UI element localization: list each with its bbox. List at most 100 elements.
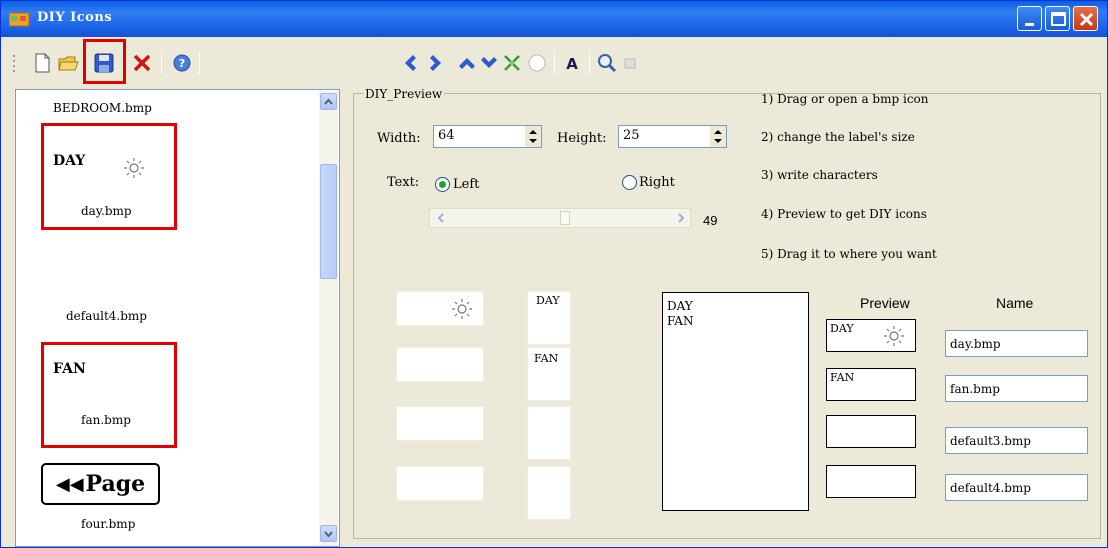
svg-text:A: A [566, 55, 578, 73]
instruction-3: 3) write characters [761, 168, 878, 182]
listbox-line: FAN [667, 314, 694, 328]
name-value: day.bmp [950, 337, 1001, 351]
instruction-4: 4) Preview to get DIY icons [761, 207, 927, 221]
icon-slot[interactable] [396, 347, 484, 382]
spin-arrows-icon [529, 130, 537, 143]
group-legend: DIY_Preview [363, 87, 445, 101]
slider-value: 49 [703, 213, 718, 228]
toolbar-separator [199, 52, 200, 74]
preview-text: FAN [830, 371, 855, 384]
help-icon[interactable]: ? [171, 52, 193, 74]
toolbar-separator [589, 52, 590, 74]
chevron-down-icon [324, 531, 333, 538]
width-value: 64 [438, 128, 455, 143]
window-title: DIY Icons [37, 10, 113, 25]
icon-text-day: DAY [53, 153, 86, 169]
page-icon-text: Page [85, 471, 146, 497]
resize-icon[interactable] [501, 52, 523, 74]
main-window: DIY Icons ? A BEDROOM.bmp DAY day.bmp de… [0, 0, 1108, 548]
list-scrollbar[interactable] [319, 91, 338, 546]
move-left-icon[interactable] [399, 52, 421, 74]
page-icon-preview: ◀◀ Page [41, 463, 160, 505]
radio-right-label[interactable]: Right [639, 175, 675, 190]
list-item-label[interactable]: default4.bmp [66, 309, 147, 323]
svg-text:?: ? [179, 57, 185, 70]
preview-icon[interactable] [621, 52, 643, 74]
icon-slot[interactable] [396, 291, 484, 326]
list-item-label[interactable]: BEDROOM.bmp [53, 101, 152, 115]
icon-slot[interactable] [396, 406, 484, 441]
text-cell-value: DAY [536, 294, 560, 307]
name-field[interactable]: day.bmp [945, 330, 1088, 357]
name-field[interactable]: fan.bmp [945, 375, 1088, 402]
name-field[interactable]: default4.bmp [945, 474, 1088, 501]
instruction-5: 5) Drag it to where you want [761, 247, 937, 261]
text-cell[interactable]: DAY [527, 291, 571, 345]
text-icon[interactable]: A [561, 52, 583, 74]
move-right-icon[interactable] [425, 52, 447, 74]
highlight-box [41, 342, 177, 448]
text-cell[interactable] [527, 406, 571, 460]
text-cell[interactable]: FAN [527, 347, 571, 401]
close-icon [1079, 12, 1094, 27]
delete-icon[interactable] [131, 52, 153, 74]
sun-icon [884, 326, 904, 346]
open-folder-icon[interactable] [57, 52, 79, 74]
close-button[interactable] [1073, 6, 1098, 31]
name-header: Name [996, 295, 1034, 311]
minimize-button[interactable] [1017, 6, 1042, 31]
height-spinner[interactable]: 25 [618, 125, 727, 148]
radio-right[interactable] [622, 175, 637, 190]
height-value: 25 [623, 128, 640, 143]
chevron-left-icon [437, 213, 444, 223]
minimize-icon [1025, 23, 1034, 26]
text-position-slider[interactable] [429, 208, 691, 228]
width-spinner[interactable]: 64 [433, 125, 542, 148]
toolbar: ? A [1, 38, 1107, 88]
text-cell-value: FAN [534, 352, 559, 365]
name-value: fan.bmp [950, 382, 1000, 396]
width-spin-buttons[interactable] [525, 126, 541, 147]
list-item-label[interactable]: fan.bmp [81, 413, 131, 427]
new-file-icon[interactable] [31, 52, 53, 74]
maximize-button[interactable] [1045, 6, 1070, 31]
move-down-icon[interactable] [478, 52, 500, 74]
scroll-thumb[interactable] [320, 164, 337, 279]
title-bar[interactable]: DIY Icons [1, 1, 1107, 37]
scroll-down-button[interactable] [320, 525, 337, 542]
preview-text: DAY [830, 322, 854, 335]
scroll-up-button[interactable] [320, 93, 337, 110]
icon-text-fan: FAN [53, 361, 86, 377]
preview-cell: DAY [826, 319, 916, 352]
toolbar-separator [161, 52, 162, 74]
preview-cell [826, 415, 916, 448]
save-icon[interactable] [93, 52, 115, 74]
listbox-line: DAY [667, 299, 693, 313]
width-label: Width: [377, 131, 421, 146]
preview-cell: FAN [826, 368, 916, 401]
text-label: Text: [387, 175, 420, 190]
name-field[interactable]: default3.bmp [945, 427, 1088, 454]
zoom-icon[interactable] [596, 52, 618, 74]
maximize-icon [1051, 12, 1066, 26]
text-listbox[interactable]: DAY FAN [662, 292, 809, 511]
height-spin-buttons[interactable] [710, 126, 726, 147]
spin-arrows-icon [714, 130, 722, 143]
app-icon [9, 12, 29, 27]
chevron-up-icon [324, 98, 333, 105]
sun-icon [124, 158, 144, 178]
slider-thumb[interactable] [560, 211, 570, 225]
name-value: default3.bmp [950, 434, 1031, 448]
icon-slot[interactable] [396, 466, 484, 501]
preview-header: Preview [860, 295, 910, 311]
list-item-label[interactable]: day.bmp [81, 204, 132, 218]
circle-icon[interactable] [526, 52, 548, 74]
text-cell[interactable] [527, 466, 571, 520]
list-item-label[interactable]: four.bmp [81, 517, 135, 531]
name-value: default4.bmp [950, 481, 1031, 495]
double-left-arrow-icon: ◀◀ [55, 473, 84, 495]
instruction-2: 2) change the label's size [761, 130, 915, 144]
radio-left[interactable] [435, 177, 450, 192]
radio-left-label[interactable]: Left [453, 177, 479, 192]
move-up-icon[interactable] [456, 52, 478, 74]
